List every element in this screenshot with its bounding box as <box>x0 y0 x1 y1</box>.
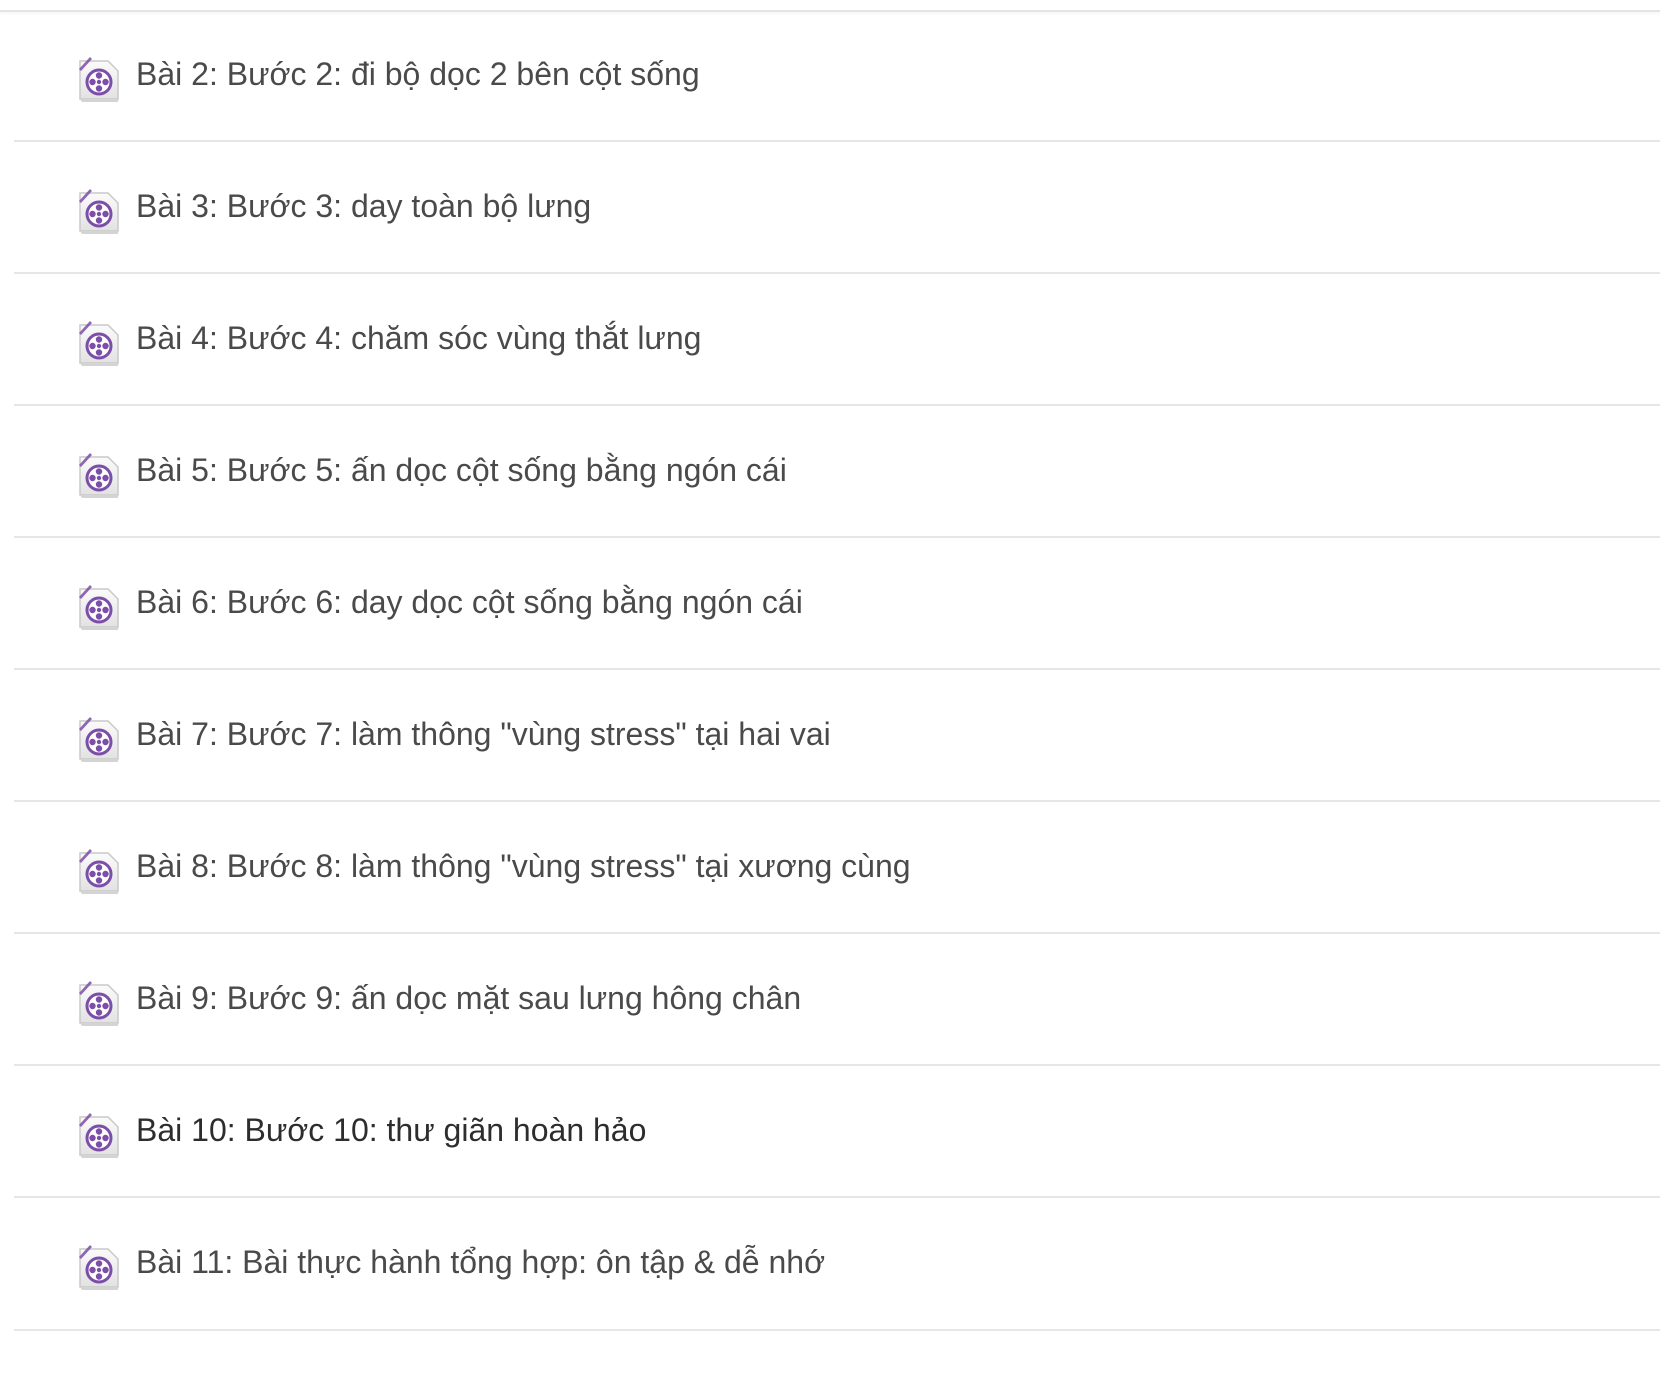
lesson-item[interactable]: Bài 8: Bước 8: làm thông "vùng stress" t… <box>14 802 1660 934</box>
lesson-item[interactable]: Bài 6: Bước 6: day dọc cột sống bằng ngó… <box>14 538 1660 670</box>
lesson-item[interactable]: Bài 11: Bài thực hành tổng hợp: ôn tập &… <box>14 1198 1660 1331</box>
video-file-icon <box>76 979 122 1027</box>
video-file-icon <box>76 451 122 499</box>
video-file-icon <box>76 1243 122 1291</box>
video-file-icon <box>76 187 122 235</box>
lesson-title[interactable]: Bài 8: Bước 8: làm thông "vùng stress" t… <box>136 844 911 888</box>
lesson-title[interactable]: Bài 6: Bước 6: day dọc cột sống bằng ngó… <box>136 580 803 624</box>
lesson-title[interactable]: Bài 5: Bước 5: ấn dọc cột sống bằng ngón… <box>136 448 787 492</box>
lesson-title[interactable]: Bài 4: Bước 4: chăm sóc vùng thắt lưng <box>136 316 701 360</box>
lesson-title[interactable]: Bài 7: Bước 7: làm thông "vùng stress" t… <box>136 712 831 756</box>
lesson-item[interactable]: Bài 9: Bước 9: ấn dọc mặt sau lưng hông … <box>14 934 1660 1066</box>
lesson-title[interactable]: Bài 9: Bước 9: ấn dọc mặt sau lưng hông … <box>136 976 801 1020</box>
lesson-title[interactable]: Bài 11: Bài thực hành tổng hợp: ôn tập &… <box>136 1240 825 1284</box>
video-file-icon <box>76 1111 122 1159</box>
lesson-item[interactable]: Bài 5: Bước 5: ấn dọc cột sống bằng ngón… <box>14 406 1660 538</box>
lesson-item[interactable]: Bài 3: Bước 3: day toàn bộ lưng <box>14 142 1660 274</box>
lesson-list: Bài 2: Bước 2: đi bộ dọc 2 bên cột sống … <box>14 10 1660 1331</box>
video-file-icon <box>76 319 122 367</box>
video-file-icon <box>76 715 122 763</box>
lesson-title[interactable]: Bài 2: Bước 2: đi bộ dọc 2 bên cột sống <box>136 52 700 96</box>
lesson-title[interactable]: Bài 10: Bước 10: thư giãn hoàn hảo <box>136 1108 646 1152</box>
video-file-icon <box>76 847 122 895</box>
lesson-item[interactable]: Bài 2: Bước 2: đi bộ dọc 2 bên cột sống <box>14 10 1660 142</box>
lesson-item[interactable]: Bài 10: Bước 10: thư giãn hoàn hảo <box>14 1066 1660 1198</box>
lesson-title[interactable]: Bài 3: Bước 3: day toàn bộ lưng <box>136 184 591 228</box>
lesson-item[interactable]: Bài 4: Bước 4: chăm sóc vùng thắt lưng <box>14 274 1660 406</box>
video-file-icon <box>76 583 122 631</box>
lesson-item[interactable]: Bài 7: Bước 7: làm thông "vùng stress" t… <box>14 670 1660 802</box>
video-file-icon <box>76 55 122 103</box>
